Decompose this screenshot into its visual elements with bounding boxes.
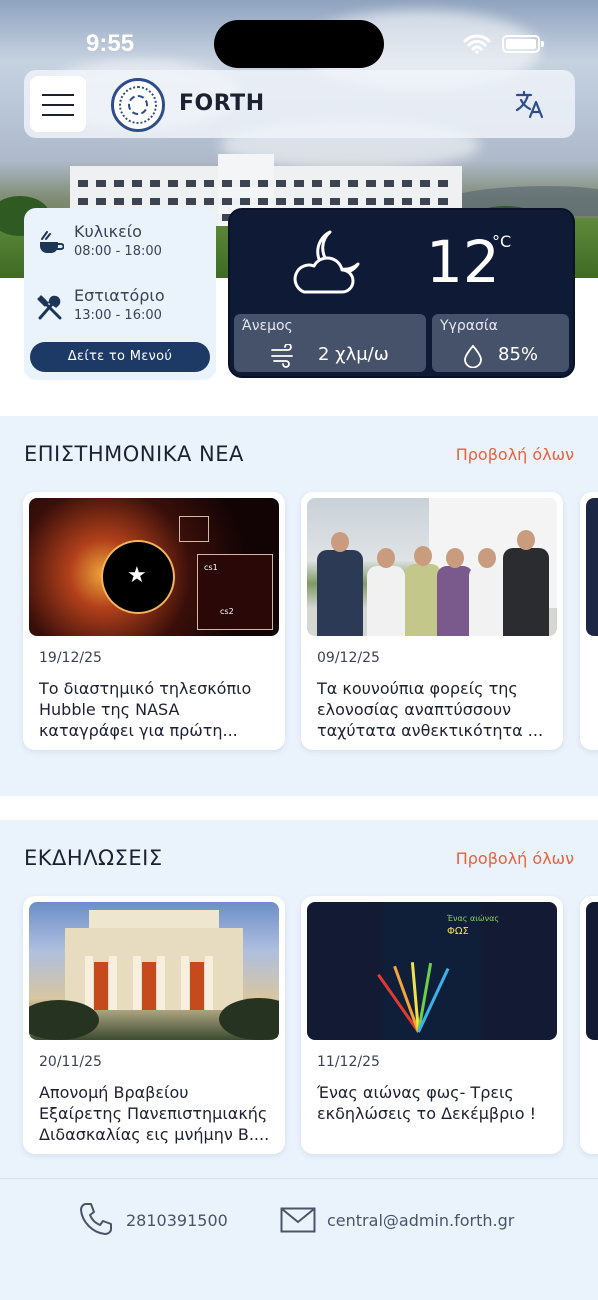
news-view-all-link[interactable]: Προβολή όλων (456, 445, 574, 464)
wind-label: Άνεμος (242, 318, 293, 334)
news-title: Το διαστημικό τηλεσκόπιο Hubble της NASA… (39, 679, 252, 740)
hamburger-menu-button[interactable] (30, 76, 86, 132)
news-title: Τα κουνούπια φορείς της ελονοσίας αναπτύ… (317, 679, 544, 740)
hubble-space-image: ★ cs1 cs2 (29, 498, 279, 636)
status-time: 9:55 (86, 30, 135, 57)
news-card[interactable]: 09/12/25 Τα κουνούπια φορείς της ελονοσί… (301, 492, 563, 750)
news-date: 09/12/25 (317, 650, 380, 666)
mail-icon[interactable] (280, 1207, 316, 1233)
hamburger-icon (42, 94, 74, 96)
news-date: 19/12/25 (39, 650, 102, 666)
humidity-value: 85% (498, 344, 539, 365)
event-card[interactable]: Ένας αιώνας ΦΩΣ 11/12/25 Ένας αιώνας φως… (301, 896, 563, 1154)
news-section-title: ΕΠΙΣΤΗΜΟΝΙΚΑ ΝΕΑ (24, 442, 244, 466)
events-section-title: ΕΚΔΗΛΩΣΕΙΣ (24, 846, 163, 870)
coffee-icon (40, 231, 64, 253)
weather-card: 12 °C Άνεμος 2 χλμ/ω Υγρασία 85% (228, 208, 575, 378)
utensils-icon (37, 295, 62, 320)
phone-number[interactable]: 2810391500 (126, 1211, 228, 1230)
wind-box: Άνεμος 2 χλμ/ω (234, 314, 426, 372)
battery-icon (502, 35, 544, 53)
wifi-icon (463, 34, 491, 54)
event-date: 11/12/25 (317, 1054, 380, 1070)
contact-footer: 2810391500 central@admin.forth.gr (0, 1178, 598, 1300)
canteen-info-card: Κυλικείο 08:00 - 18:00 Εστιατόριο 13:00 … (24, 208, 216, 380)
canteen-row: Κυλικείο 08:00 - 18:00 (36, 222, 206, 262)
dynamic-island (214, 20, 384, 68)
event-title: Ένας αιώνας φως- Τρεις εκδηλώσεις το Δεκ… (317, 1083, 536, 1123)
status-bar: 9:55 (0, 0, 598, 70)
humidity-box: Υγρασία 85% (432, 314, 569, 372)
temperature-value: 12 (426, 228, 500, 296)
canteen-hours: 08:00 - 18:00 (74, 244, 162, 259)
wind-value: 2 χλμ/ω (318, 344, 389, 365)
phone-icon[interactable] (78, 1201, 114, 1237)
news-section: ΕΠΙΣΤΗΜΟΝΙΚΑ ΝΕΑ Προβολή όλων ★ cs1 cs2 … (0, 416, 598, 796)
wind-icon (271, 344, 293, 368)
research-team-photo (307, 498, 557, 636)
restaurant-title: Εστιατόριο (74, 286, 165, 305)
app-header: FORTH (24, 70, 575, 138)
news-card-peek[interactable] (580, 492, 598, 750)
humidity-label: Υγρασία (440, 318, 498, 334)
parliament-building-photo (29, 902, 279, 1040)
forth-logo (111, 78, 165, 132)
translate-icon[interactable] (514, 88, 546, 120)
event-date: 20/11/25 (39, 1054, 102, 1070)
canteen-title: Κυλικείο (74, 222, 142, 241)
events-section: ΕΚΔΗΛΩΣΕΙΣ Προβολή όλων 20/11/25 Απονομή… (0, 820, 598, 1178)
event-card-peek[interactable] (580, 896, 598, 1154)
brand-name: FORTH (179, 91, 265, 116)
event-title: Απονομή Βραβείου Εξαίρετης Πανεπιστημιακ… (39, 1083, 270, 1144)
cloud-moon-icon (293, 230, 360, 294)
restaurant-row: Εστιατόριο 13:00 - 16:00 (36, 286, 206, 326)
events-view-all-link[interactable]: Προβολή όλων (456, 849, 574, 868)
temperature-unit: °C (492, 232, 512, 251)
view-menu-button[interactable]: Δείτε το Μενού (30, 342, 210, 372)
news-card[interactable]: ★ cs1 cs2 19/12/25 Το διαστημικό τηλεσκό… (23, 492, 285, 750)
email-address[interactable]: central@admin.forth.gr (327, 1211, 514, 1230)
restaurant-hours: 13:00 - 16:00 (74, 308, 162, 323)
event-card[interactable]: 20/11/25 Απονομή Βραβείου Εξαίρετης Πανε… (23, 896, 285, 1154)
event-poster: Ένας αιώνας ΦΩΣ (307, 902, 557, 1040)
droplet-icon (464, 344, 482, 368)
